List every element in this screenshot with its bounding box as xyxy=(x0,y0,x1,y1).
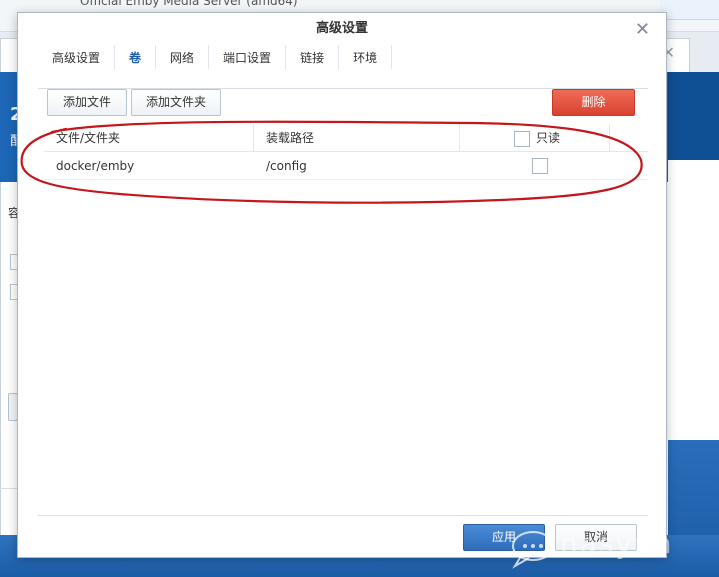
row-read-only-cell xyxy=(460,152,610,180)
column-header-mount-path[interactable]: 装载路径 xyxy=(254,124,460,152)
dialog-title: 高级设置 xyxy=(315,21,368,36)
delete-button[interactable]: 删除 xyxy=(552,89,635,116)
background-right-area xyxy=(668,160,719,440)
advanced-settings-dialog: 高级设置 ✕ 高级设置 卷 网络 端口设置 链接 环境 添加文件 添加文件夹 删… xyxy=(17,12,667,558)
read-only-header-label: 只读 xyxy=(536,131,561,145)
watermark-text: nasyun xyxy=(560,527,674,560)
background-dark-band xyxy=(668,72,719,160)
tab-volume[interactable]: 卷 xyxy=(115,45,157,69)
table-row[interactable]: docker/emby /config xyxy=(44,152,648,180)
add-folder-button[interactable]: 添加文件夹 xyxy=(131,89,221,116)
tab-environment[interactable]: 环境 xyxy=(339,45,393,69)
column-header-folder[interactable]: 文件/文件夹 xyxy=(44,124,254,152)
tab-network[interactable]: 网络 xyxy=(156,45,210,69)
row-folder: docker/emby xyxy=(56,159,135,173)
read-only-checkbox[interactable] xyxy=(532,158,548,174)
apply-button[interactable]: 应用 xyxy=(463,524,545,551)
column-header-read-only: 只读 xyxy=(460,124,610,152)
tab-port-settings[interactable]: 端口设置 xyxy=(209,45,287,69)
row-mount-path: /config xyxy=(266,159,307,173)
row-extra-cell xyxy=(610,152,648,180)
column-header-extra xyxy=(610,124,648,152)
add-file-button[interactable]: 添加文件 xyxy=(47,89,127,116)
background-window-title: Official Emby Media Server (amd64) xyxy=(80,0,298,8)
tab-advanced-settings[interactable]: 高级设置 xyxy=(38,45,116,69)
background-strip xyxy=(660,0,719,20)
volume-table: 文件/文件夹 装载路径 只读 docker/emby /config xyxy=(44,124,648,180)
read-only-select-all-checkbox[interactable] xyxy=(514,130,530,147)
footer-divider xyxy=(38,515,648,516)
tab-links[interactable]: 链接 xyxy=(286,45,340,69)
tab-bar: 高级设置 卷 网络 端口设置 链接 环境 xyxy=(38,45,648,89)
close-icon[interactable]: ✕ xyxy=(635,19,650,40)
table-header: 文件/文件夹 装载路径 只读 xyxy=(44,124,648,152)
